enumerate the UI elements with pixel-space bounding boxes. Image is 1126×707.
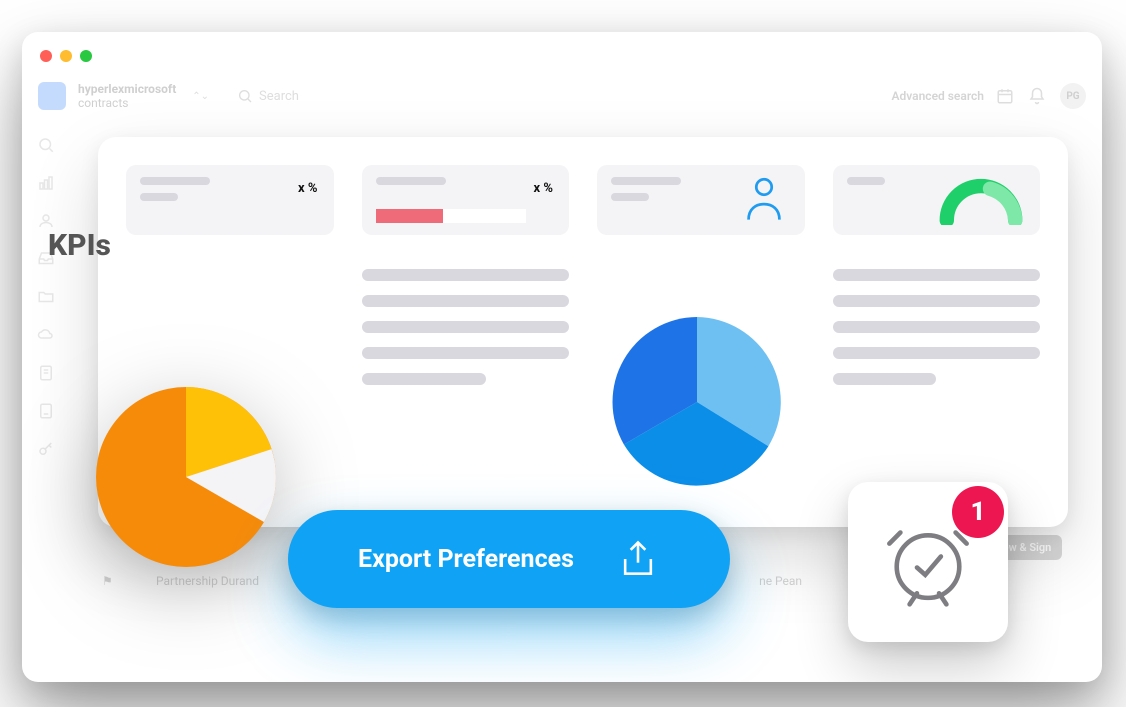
content-row (126, 269, 1040, 385)
blue-pie-chart (612, 317, 782, 491)
content-col-1 (126, 269, 334, 385)
window-minimize-icon[interactable] (60, 50, 72, 62)
kpi-card-2[interactable]: x % (362, 165, 570, 235)
search-input[interactable]: Search (237, 88, 299, 104)
content-col-2 (362, 269, 570, 385)
skeleton-line (833, 269, 1041, 281)
search-placeholder: Search (259, 89, 299, 104)
dashboard-title: KPIs (48, 228, 111, 263)
row-partnership: Partnership Durand (156, 574, 259, 588)
kpi-card-4[interactable] (833, 165, 1041, 235)
kpi-row: x % x % (126, 165, 1040, 235)
export-preferences-button[interactable]: Export Preferences (288, 510, 730, 608)
workspace-logo-icon[interactable] (38, 82, 66, 110)
skeleton-line (362, 269, 570, 281)
calendar-icon[interactable] (996, 87, 1014, 105)
orange-pie-chart (96, 387, 276, 571)
skeleton-line (833, 321, 1041, 333)
skeleton-line (611, 177, 681, 185)
document-nav-icon[interactable] (37, 364, 55, 382)
kpi2-progress-fill (376, 209, 444, 223)
skeleton-line (140, 177, 210, 185)
template-nav-icon[interactable] (37, 402, 55, 420)
kpi2-progress-track (376, 209, 526, 223)
workspace-switcher[interactable]: hyperlexmicrosoft contracts (78, 82, 176, 111)
topbar: hyperlexmicrosoft contracts ⌃⌄ Search Ad… (22, 72, 1102, 120)
person-icon (743, 175, 785, 223)
stats-nav-icon[interactable] (37, 174, 55, 192)
skeleton-line (362, 347, 570, 359)
skeleton-line (362, 321, 570, 333)
workspace-name: hyperlexmicrosoft (78, 82, 176, 96)
window-close-icon[interactable] (40, 50, 52, 62)
avatar[interactable]: PG (1060, 83, 1086, 109)
browser-window: hyperlexmicrosoft contracts ⌃⌄ Search Ad… (22, 32, 1102, 682)
kpi-card-3[interactable] (597, 165, 805, 235)
chevron-updown-icon[interactable]: ⌃⌄ (192, 91, 209, 102)
notification-badge: 1 (952, 486, 1004, 538)
skeleton-line (847, 177, 885, 185)
search-icon (237, 88, 253, 104)
skeleton-line (833, 295, 1041, 307)
skeleton-line (140, 193, 178, 201)
row-person: ne Pean (759, 574, 802, 588)
left-nav-rail (22, 120, 70, 682)
upload-icon (616, 537, 660, 581)
window-zoom-icon[interactable] (80, 50, 92, 62)
skeleton-line (833, 347, 1041, 359)
skeleton-line (362, 295, 570, 307)
kpi2-percent: x % (534, 181, 553, 196)
export-button-label: Export Preferences (358, 545, 574, 574)
workspace-sub: contracts (78, 96, 176, 110)
kpi1-percent: x % (298, 181, 317, 196)
cloud-nav-icon[interactable] (37, 326, 55, 344)
traffic-lights (40, 50, 92, 62)
skeleton-line (362, 373, 487, 385)
advanced-search-link[interactable]: Advanced search (891, 89, 984, 103)
bell-icon[interactable] (1028, 87, 1046, 105)
skeleton-line (376, 177, 446, 185)
skeleton-line (611, 193, 649, 201)
folder-nav-icon[interactable] (37, 288, 55, 306)
kpi-card-1[interactable]: x % (126, 165, 334, 235)
key-nav-icon[interactable] (37, 440, 55, 458)
content-col-4 (833, 269, 1041, 385)
alarm-card[interactable]: 1 (848, 482, 1008, 642)
gauge-icon (936, 175, 1026, 225)
skeleton-line (833, 373, 937, 385)
search-nav-icon[interactable] (37, 136, 55, 154)
